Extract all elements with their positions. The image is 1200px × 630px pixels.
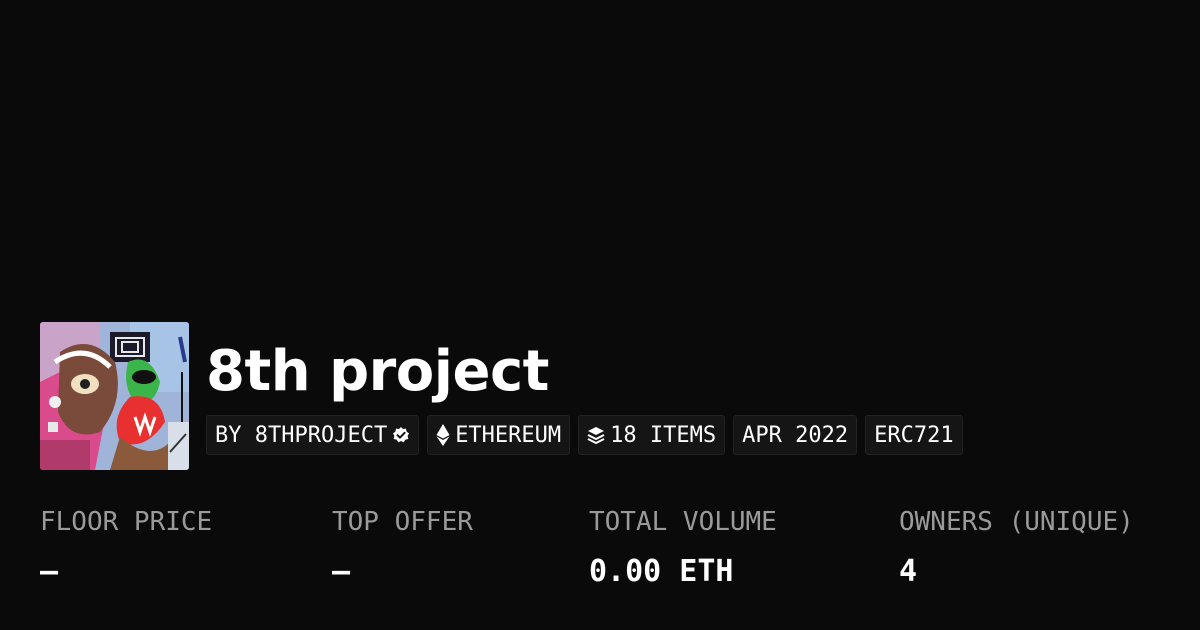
top-offer-label: TOP OFFER (332, 507, 473, 537)
verified-badge-icon (392, 426, 410, 444)
total-volume-stat: TOTAL VOLUME 0.00 ETH (589, 505, 777, 591)
date-label: APR 2022 (742, 422, 849, 448)
items-label: 18 ITEMS (610, 422, 717, 448)
date-tag: APR 2022 (733, 415, 858, 455)
collection-stats: FLOOR PRICE – TOP OFFER – TOTAL VOLUME 0… (40, 505, 1200, 605)
top-offer-value: – (332, 554, 351, 589)
creator-tag[interactable]: BY 8THPROJECT (206, 415, 420, 455)
total-volume-value: 0.00 ETH (589, 554, 734, 589)
floor-price-label: FLOOR PRICE (40, 507, 213, 537)
owners-stat: OWNERS (UNIQUE) 4 (899, 505, 1134, 591)
floor-price-stat: FLOOR PRICE – (40, 505, 212, 591)
layers-icon (587, 426, 605, 444)
chain-tag[interactable]: ETHEREUM (427, 415, 571, 455)
ethereum-icon (436, 424, 450, 446)
chain-label: ETHEREUM (455, 422, 562, 448)
standard-label: ERC721 (874, 422, 954, 448)
collection-artwork (40, 322, 189, 470)
meta-tags: BY 8THPROJECT ETHEREUM 18 ITEMS APR 2022… (206, 415, 963, 455)
collection-avatar (40, 322, 189, 470)
floor-price-value: – (40, 554, 59, 589)
standard-tag: ERC721 (865, 415, 963, 455)
owners-label: OWNERS (UNIQUE) (899, 507, 1134, 537)
creator-label: BY 8THPROJECT (215, 422, 388, 448)
collection-title: 8th project (206, 339, 549, 404)
top-offer-stat: TOP OFFER – (332, 505, 473, 591)
total-volume-label: TOTAL VOLUME (589, 507, 777, 537)
owners-value: 4 (899, 554, 918, 589)
items-tag[interactable]: 18 ITEMS (578, 415, 726, 455)
